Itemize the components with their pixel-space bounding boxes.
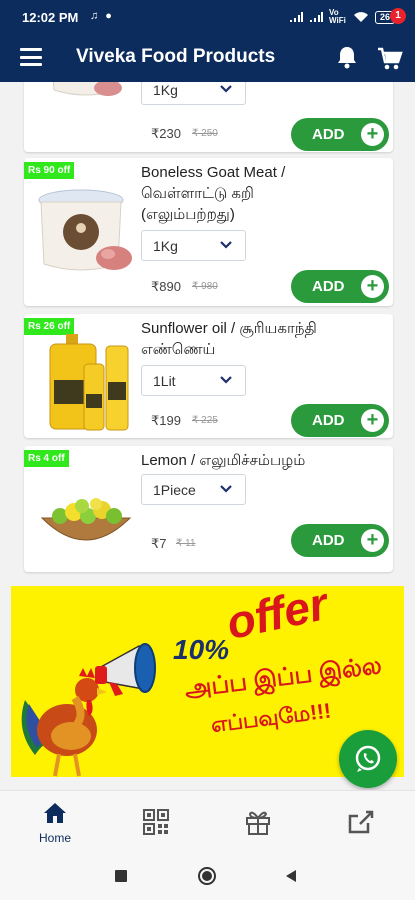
qr-code-icon (143, 809, 169, 835)
wifi-icon (353, 12, 368, 22)
plus-icon: + (361, 123, 384, 146)
home-icon (44, 803, 66, 823)
bell-icon[interactable] (336, 45, 358, 69)
app-title: Viveka Food Products (76, 46, 276, 67)
unit-select-value: 1Lit (153, 373, 176, 389)
product-name-tamil: வெள்ளாட்டு கறி (141, 185, 254, 202)
nav-item-home[interactable]: Home (35, 801, 75, 845)
share-icon (348, 810, 374, 834)
gift-icon (246, 811, 270, 835)
plus-icon: + (361, 529, 384, 552)
system-nav-bar (0, 850, 415, 900)
chevron-down-icon (220, 376, 232, 384)
whatsapp-icon (355, 745, 381, 772)
chevron-down-icon (220, 85, 232, 93)
offer-badge: Rs 4 off (24, 450, 69, 467)
product-mrp: ₹ 11 (176, 538, 196, 549)
signal-icon (289, 11, 303, 22)
product-mrp: ₹ 980 (192, 281, 218, 292)
recents-button[interactable] (115, 870, 127, 882)
add-button-label: ADD (312, 532, 345, 549)
status-bar: 12:02 PM ♫ ● Vo WiFi 26 (0, 0, 415, 34)
banner-tamil-line2: எப்பவுமே!!! (209, 699, 333, 738)
add-to-cart-button[interactable]: ADD + (291, 404, 389, 437)
bottom-nav: Home (0, 790, 415, 850)
unit-select[interactable]: 1Lit (141, 365, 246, 396)
add-button-label: ADD (312, 126, 345, 143)
product-card: Rs 4 off Lemon / எலுமிச்சம்பழம் 1Piece ₹… (24, 446, 393, 572)
hamburger-icon[interactable] (20, 48, 42, 66)
offer-percent-text: 10% (173, 634, 230, 665)
offer-badge: Rs 26 off (24, 318, 75, 335)
plus-icon: + (361, 409, 384, 432)
signal-icon-2 (309, 11, 323, 22)
unit-select[interactable]: 1Piece (141, 474, 246, 505)
product-list[interactable]: 1Kg ₹230 ₹ 250 ADD + Rs 90 off Boneless … (0, 82, 415, 790)
vowifi-label: Vo WiFi (328, 8, 346, 25)
product-price: ₹890 (151, 279, 181, 294)
product-card: Rs 90 off Boneless Goat Meat / வெள்ளாட்ட… (24, 158, 393, 306)
back-button[interactable] (284, 869, 298, 883)
chevron-down-icon (220, 485, 232, 493)
product-name-tamil: எண்ணெய் (141, 341, 216, 358)
product-mrp: ₹ 225 (192, 415, 218, 426)
unit-select-value: 1Kg (153, 82, 178, 98)
product-image (49, 334, 129, 431)
add-to-cart-button[interactable]: ADD + (291, 270, 389, 303)
product-image (52, 82, 122, 96)
product-price: ₹7 (151, 536, 167, 551)
offer-badge: Rs 90 off (24, 162, 75, 179)
product-name: Boneless Goat Meat / (141, 164, 286, 181)
nav-label-home: Home (38, 831, 71, 845)
cart-count-badge: 1 (390, 8, 406, 24)
plus-icon: + (361, 275, 384, 298)
unit-select[interactable]: 1Kg (141, 230, 246, 261)
chevron-down-icon (220, 241, 232, 249)
unit-select[interactable]: 1Kg (141, 82, 246, 105)
product-mrp: ₹ 250 (192, 128, 218, 139)
add-to-cart-button[interactable]: ADD + (291, 118, 389, 151)
add-button-label: ADD (312, 412, 345, 429)
nav-item-qr[interactable] (136, 809, 176, 840)
nav-item-gift[interactable] (238, 808, 278, 841)
product-name: Lemon / எலுமிச்சம்பழம் (141, 452, 306, 469)
whatsapp-button[interactable] (339, 730, 397, 788)
status-time: 12:02 PM (22, 10, 79, 25)
app-bar: Viveka Food Products (0, 34, 415, 82)
product-name-tamil-2: (எலும்பற்றது) (141, 206, 235, 223)
status-notification-icons: ♫ ● (90, 10, 114, 22)
add-to-cart-button[interactable]: ADD + (291, 524, 389, 557)
product-image (38, 189, 132, 271)
megaphone-icon (95, 643, 156, 696)
product-image (40, 498, 132, 541)
product-card: Rs 26 off Sunflower oil / சூரியகாந்தி எண… (24, 314, 393, 438)
offer-word-text: offer (221, 586, 332, 650)
product-price: ₹230 (151, 126, 181, 141)
product-name: Sunflower oil / சூரியகாந்தி (141, 320, 317, 337)
cart-icon[interactable] (376, 44, 404, 72)
status-right-icons: Vo WiFi 26 (289, 9, 395, 25)
product-card: 1Kg ₹230 ₹ 250 ADD + (24, 82, 393, 152)
unit-select-value: 1Piece (153, 482, 196, 498)
add-button-label: ADD (312, 278, 345, 295)
nav-item-share[interactable] (340, 808, 380, 841)
unit-select-value: 1Kg (153, 238, 178, 254)
home-system-button[interactable] (198, 867, 216, 885)
product-price: ₹199 (151, 413, 181, 428)
